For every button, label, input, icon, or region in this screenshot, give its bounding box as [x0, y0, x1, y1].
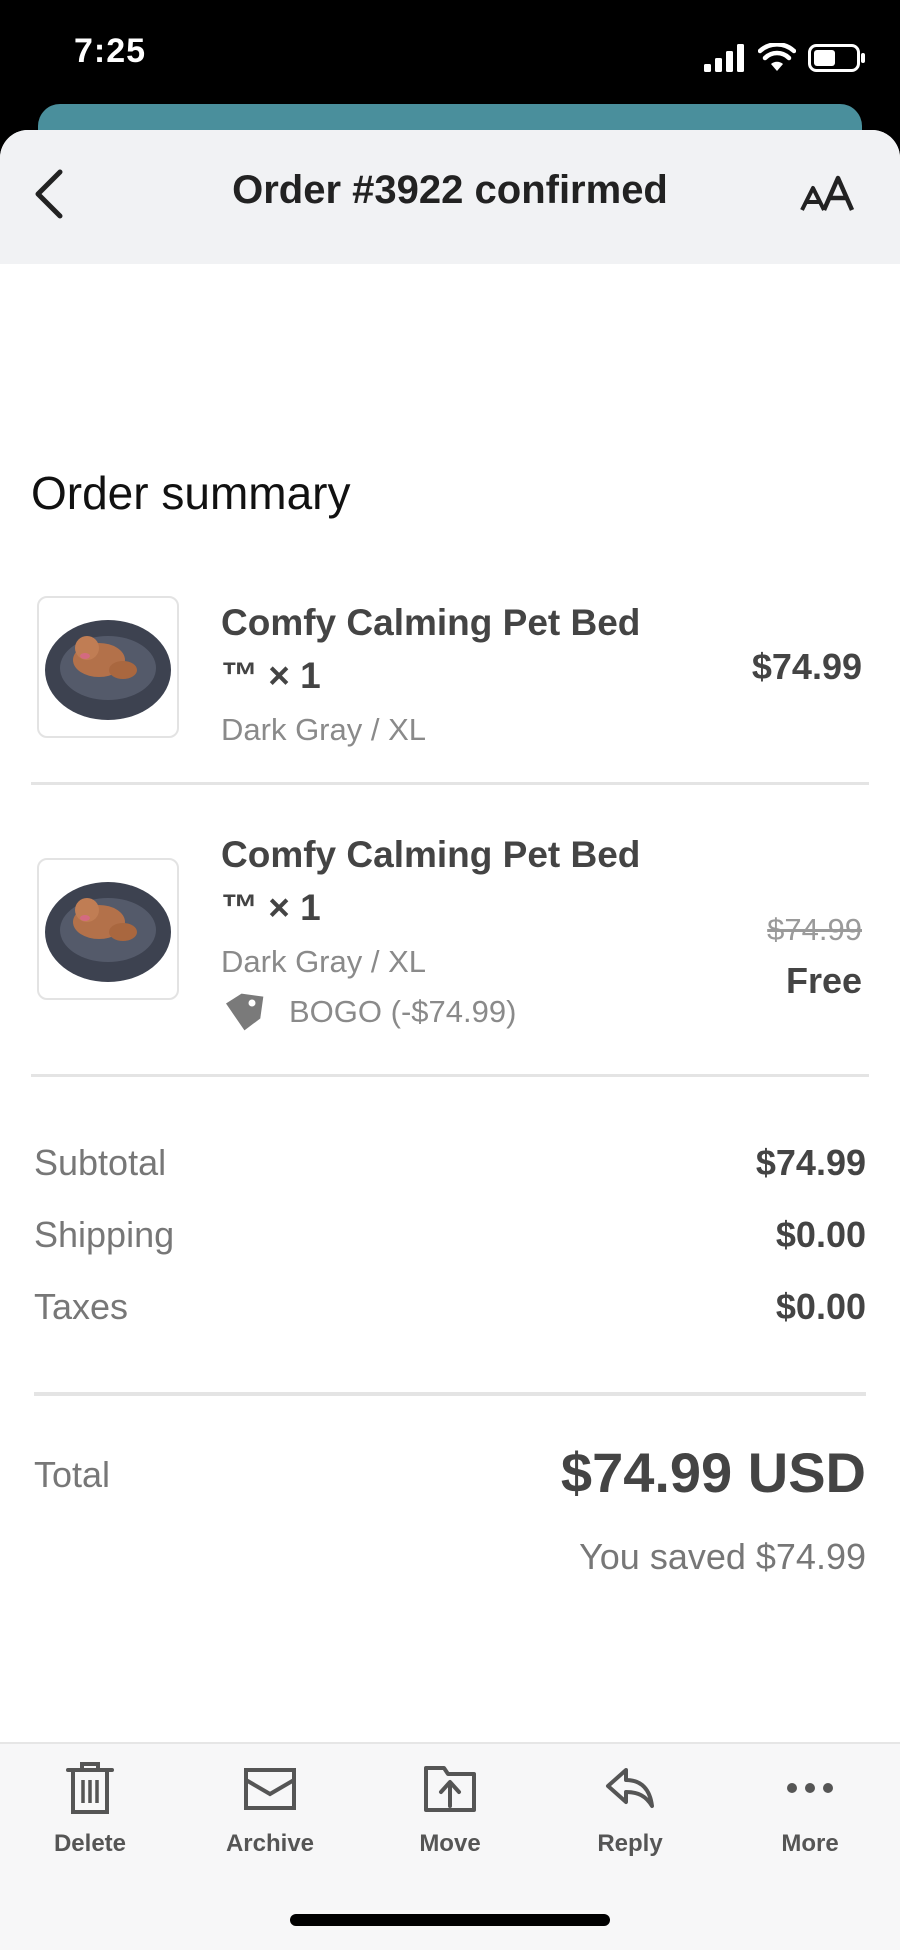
item-variant: Dark Gray / XL — [221, 944, 426, 979]
order-email-view: Order #3922 confirmed Order summary Comf… — [0, 130, 900, 1948]
subtotal-label: Subtotal — [34, 1142, 167, 1183]
item-original-price: $74.99 — [767, 912, 862, 947]
item-variant: Dark Gray / XL — [221, 712, 426, 747]
subtotal-row: Subtotal $74.99 — [34, 1142, 866, 1192]
product-image — [37, 596, 179, 738]
archive-icon — [244, 1768, 296, 1810]
text-size-button[interactable] — [800, 172, 860, 216]
archive-button[interactable]: Archive — [200, 1760, 340, 1858]
discount-label: BOGO (-$74.99) — [289, 994, 517, 1029]
product-image — [37, 858, 179, 1000]
trash-icon — [66, 1762, 114, 1814]
shipping-row: Shipping $0.00 — [34, 1214, 866, 1264]
total-value: $74.99 USD — [560, 1441, 866, 1504]
item-price: $74.99 — [751, 646, 862, 687]
total-label: Total — [34, 1454, 111, 1495]
item-quantity-line: ™ × 1 — [221, 887, 321, 928]
status-bar: 7:25 — [0, 0, 900, 110]
more-icon — [787, 1783, 833, 1793]
reply-icon — [606, 1768, 654, 1808]
text-size-icon — [800, 175, 855, 211]
order-summary-title: Order summary — [31, 467, 351, 519]
shipping-label: Shipping — [34, 1214, 175, 1255]
archive-label: Archive — [225, 1830, 315, 1857]
status-icons — [704, 40, 866, 76]
battery-icon — [808, 44, 865, 72]
taxes-row: Taxes $0.00 — [34, 1286, 866, 1336]
tag-icon — [226, 993, 264, 1031]
more-button[interactable]: More — [740, 1760, 880, 1858]
item-quantity-line: ™ × 1 — [221, 655, 321, 696]
item-name: Comfy Calming Pet Bed ™ × 1 — [221, 828, 681, 934]
divider — [31, 782, 869, 785]
pet-bed-image — [45, 882, 171, 982]
reply-button[interactable]: Reply — [560, 1760, 700, 1858]
item-name-line: Comfy Calming Pet Bed — [221, 602, 641, 643]
item-price: Free — [785, 960, 862, 1001]
pet-bed-image — [45, 620, 171, 720]
taxes-label: Taxes — [34, 1286, 129, 1327]
move-label: Move — [419, 1830, 481, 1857]
discount-row: BOGO (-$74.99) — [221, 990, 516, 1034]
delete-button[interactable]: Delete — [20, 1760, 160, 1858]
move-button[interactable]: Move — [380, 1760, 520, 1858]
header-bar: Order #3922 confirmed — [0, 130, 900, 264]
item-name-line: Comfy Calming Pet Bed — [221, 834, 641, 875]
taxes-value: $0.00 — [775, 1286, 866, 1327]
savings-text: You saved $74.99 — [579, 1536, 866, 1577]
reply-label: Reply — [597, 1830, 663, 1857]
divider — [34, 1392, 866, 1396]
signal-icon — [704, 44, 744, 72]
subtotal-value: $74.99 — [755, 1142, 866, 1183]
folder-move-icon — [424, 1766, 476, 1812]
divider — [31, 1074, 869, 1077]
item-name: Comfy Calming Pet Bed ™ × 1 — [221, 596, 681, 702]
page-title: Order #3922 confirmed — [232, 168, 668, 212]
more-label: More — [781, 1830, 839, 1857]
wifi-icon — [758, 43, 796, 71]
shipping-value: $0.00 — [775, 1214, 866, 1255]
home-indicator[interactable] — [290, 1914, 610, 1926]
status-time: 7:25 — [74, 32, 147, 70]
delete-label: Delete — [53, 1830, 127, 1857]
